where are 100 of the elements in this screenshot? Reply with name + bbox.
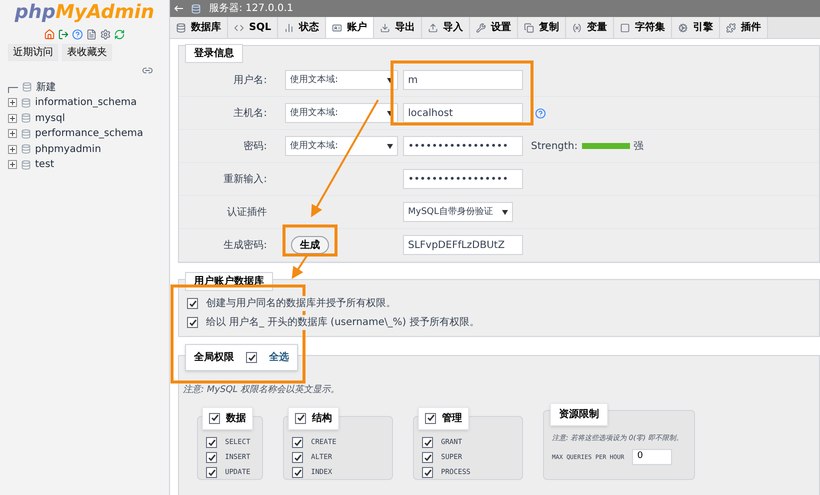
nav-tab[interactable]: 插件	[720, 17, 768, 38]
database-icon	[21, 144, 31, 154]
tree-item[interactable]: information_schema	[35, 95, 137, 110]
strength-text: 强	[634, 140, 644, 154]
checkbox[interactable]	[206, 437, 217, 448]
nav-tab[interactable]: 导出	[374, 17, 422, 38]
group-title: 管理	[442, 412, 462, 426]
checkbox[interactable]	[209, 412, 220, 424]
nav-tab[interactable]: 设置	[470, 17, 518, 38]
field-label: 主机名:	[232, 106, 268, 120]
document-icon[interactable]	[86, 28, 97, 40]
caret-icon	[502, 210, 508, 214]
checkbox[interactable]	[187, 317, 198, 328]
checkbox[interactable]	[422, 467, 433, 478]
field-label: 生成密码:	[222, 238, 268, 252]
tab-icon	[176, 22, 186, 32]
tab-icon	[380, 22, 390, 32]
input-field[interactable]: •••••••••••••••••	[403, 136, 523, 156]
tree-line-icon	[8, 87, 18, 94]
checkbox[interactable]	[425, 412, 436, 424]
nav-tab[interactable]: 变量	[566, 17, 614, 38]
fieldset-legend: 登录信息	[185, 44, 243, 63]
field-label: 重新输入:	[222, 172, 268, 186]
annotation-box	[282, 224, 338, 256]
sidebar-tab[interactable]: 表收藏夹	[62, 44, 112, 60]
tab-icon	[428, 22, 438, 32]
checkbox[interactable]	[422, 452, 433, 463]
checkbox[interactable]	[206, 452, 217, 463]
dropdown[interactable]: 使用文本域:	[285, 103, 398, 123]
group-title: 数据	[226, 412, 246, 426]
nav-tab[interactable]: 字符集	[614, 17, 672, 38]
tab-icon	[476, 22, 486, 32]
tree-item[interactable]: phpmyadmin	[35, 142, 102, 157]
dropdown[interactable]: MySQL自带身份验证	[403, 202, 513, 222]
database-icon	[21, 160, 31, 170]
tab-icon	[332, 22, 342, 32]
expand-icon[interactable]	[8, 144, 17, 154]
tab-icon	[620, 22, 630, 32]
tab-icon	[524, 22, 534, 32]
dropdown[interactable]: 使用文本域:	[285, 136, 398, 156]
back-arrow-icon[interactable]	[174, 5, 183, 12]
home-icon[interactable]	[44, 28, 55, 40]
tab-icon	[572, 22, 582, 32]
checkbox[interactable]	[292, 467, 303, 478]
checkbox[interactable]	[422, 437, 433, 448]
checkbox[interactable]	[187, 298, 198, 309]
input-field[interactable]: 0	[632, 449, 672, 465]
logout-icon[interactable]	[58, 28, 69, 40]
select-all-link[interactable]: 全选	[269, 350, 289, 365]
database-icon	[21, 128, 31, 139]
checkbox[interactable]	[295, 412, 306, 424]
logo[interactable]: phpMyAdmin	[0, 0, 169, 26]
checkbox[interactable]	[292, 452, 303, 463]
refresh-icon[interactable]	[114, 28, 125, 40]
input-field[interactable]: localhost	[403, 103, 523, 123]
field-label: 认证插件	[226, 206, 268, 220]
caret-icon	[387, 144, 393, 148]
tree-item[interactable]: test	[35, 157, 54, 172]
checkbox[interactable]	[292, 437, 303, 448]
field-label: 用户名:	[232, 74, 268, 88]
caret-icon	[387, 110, 393, 116]
input-field[interactable]: SLFvpDEFfLzDBUtZ	[403, 235, 523, 255]
database-icon	[21, 98, 31, 108]
expand-icon[interactable]	[8, 114, 17, 123]
field-label: 密码:	[242, 140, 268, 154]
nav-tab[interactable]: 引擎	[672, 17, 720, 38]
server-title: 服务器: 127.0.0.1	[209, 2, 294, 16]
database-icon	[22, 82, 32, 92]
checkbox[interactable]	[206, 467, 217, 478]
note-text: 注意: MySQL 权限名称会以英文显示。	[183, 384, 341, 397]
nav-tab[interactable]: 状态	[278, 17, 326, 38]
sidebar-tab[interactable]: 近期访问	[8, 44, 58, 60]
dropdown[interactable]: 使用文本域:	[285, 70, 398, 90]
nav-tab[interactable]: 账户	[326, 17, 374, 38]
legend-title: 全局权限	[194, 350, 234, 365]
nav-tab[interactable]: 数据库	[170, 17, 228, 38]
checkbox[interactable]	[246, 352, 257, 363]
tab-icon	[284, 22, 294, 32]
database-icon	[21, 113, 31, 124]
tab-icon	[726, 22, 736, 32]
nav-tab[interactable]: SQL	[228, 17, 278, 38]
tree-item[interactable]: mysql	[35, 110, 65, 126]
expand-icon[interactable]	[8, 129, 17, 138]
expand-icon[interactable]	[8, 160, 17, 170]
tab-icon	[234, 22, 244, 32]
group-legend: 资源限制	[550, 402, 608, 426]
tree-item[interactable]: performance_schema	[35, 126, 144, 142]
group-title: 结构	[312, 412, 332, 426]
input-field[interactable]: m	[403, 70, 523, 90]
tab-icon	[678, 22, 688, 32]
caret-icon	[387, 78, 393, 82]
nav-tab[interactable]: 复制	[518, 17, 566, 38]
help-icon[interactable]	[535, 108, 546, 118]
generate-button[interactable]: 生成	[291, 236, 329, 254]
expand-icon[interactable]	[8, 98, 17, 108]
help-icon[interactable]	[72, 28, 83, 40]
tree-item[interactable]: 新建	[36, 80, 56, 95]
input-field[interactable]: •••••••••••••••••	[403, 169, 523, 189]
settings-icon[interactable]	[100, 28, 111, 40]
nav-tab[interactable]: 导入	[422, 17, 470, 38]
